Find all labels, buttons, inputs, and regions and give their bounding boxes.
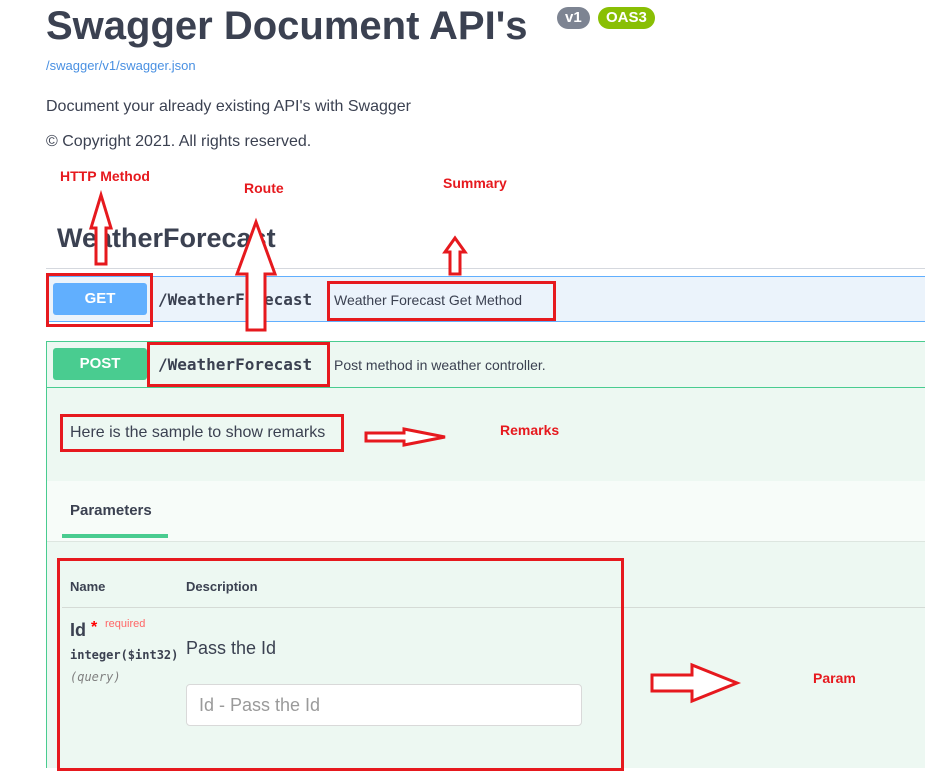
tab-parameters[interactable]: Parameters (70, 502, 152, 519)
api-description: Document your already existing API's wit… (46, 98, 412, 115)
swagger-json-link[interactable]: /swagger/v1/swagger.json (46, 58, 196, 73)
parameters-header-bar (47, 481, 925, 541)
annotation-label-route: Route (244, 180, 284, 196)
annotation-box-method (46, 273, 153, 327)
tag-weatherforecast[interactable]: WeatherForecast (57, 223, 276, 254)
annotation-label-summary: Summary (443, 175, 507, 191)
annotation-box-remarks (60, 414, 344, 452)
tag-divider (46, 268, 925, 269)
post-method-badge[interactable]: POST (53, 348, 147, 380)
version-badge: v1 (557, 7, 590, 29)
post-summary: Post method in weather controller. (334, 357, 546, 373)
get-route: /WeatherForecast (158, 290, 313, 309)
post-header-divider (47, 387, 925, 388)
annotation-box-summary (327, 281, 556, 321)
oas-badge: OAS3 (598, 7, 655, 29)
annotation-box-param (57, 558, 624, 771)
annotation-box-route (147, 342, 330, 387)
annotation-label-remarks: Remarks (500, 422, 560, 438)
api-title: Swagger Document API's (46, 4, 528, 48)
annotation-label-param: Param (813, 670, 856, 686)
annotation-label-http-method: HTTP Method (60, 168, 150, 184)
tab-parameters-underline (62, 534, 168, 538)
parameters-divider (47, 541, 925, 542)
copyright-text: © Copyright 2021. All rights reserved. (46, 133, 312, 150)
